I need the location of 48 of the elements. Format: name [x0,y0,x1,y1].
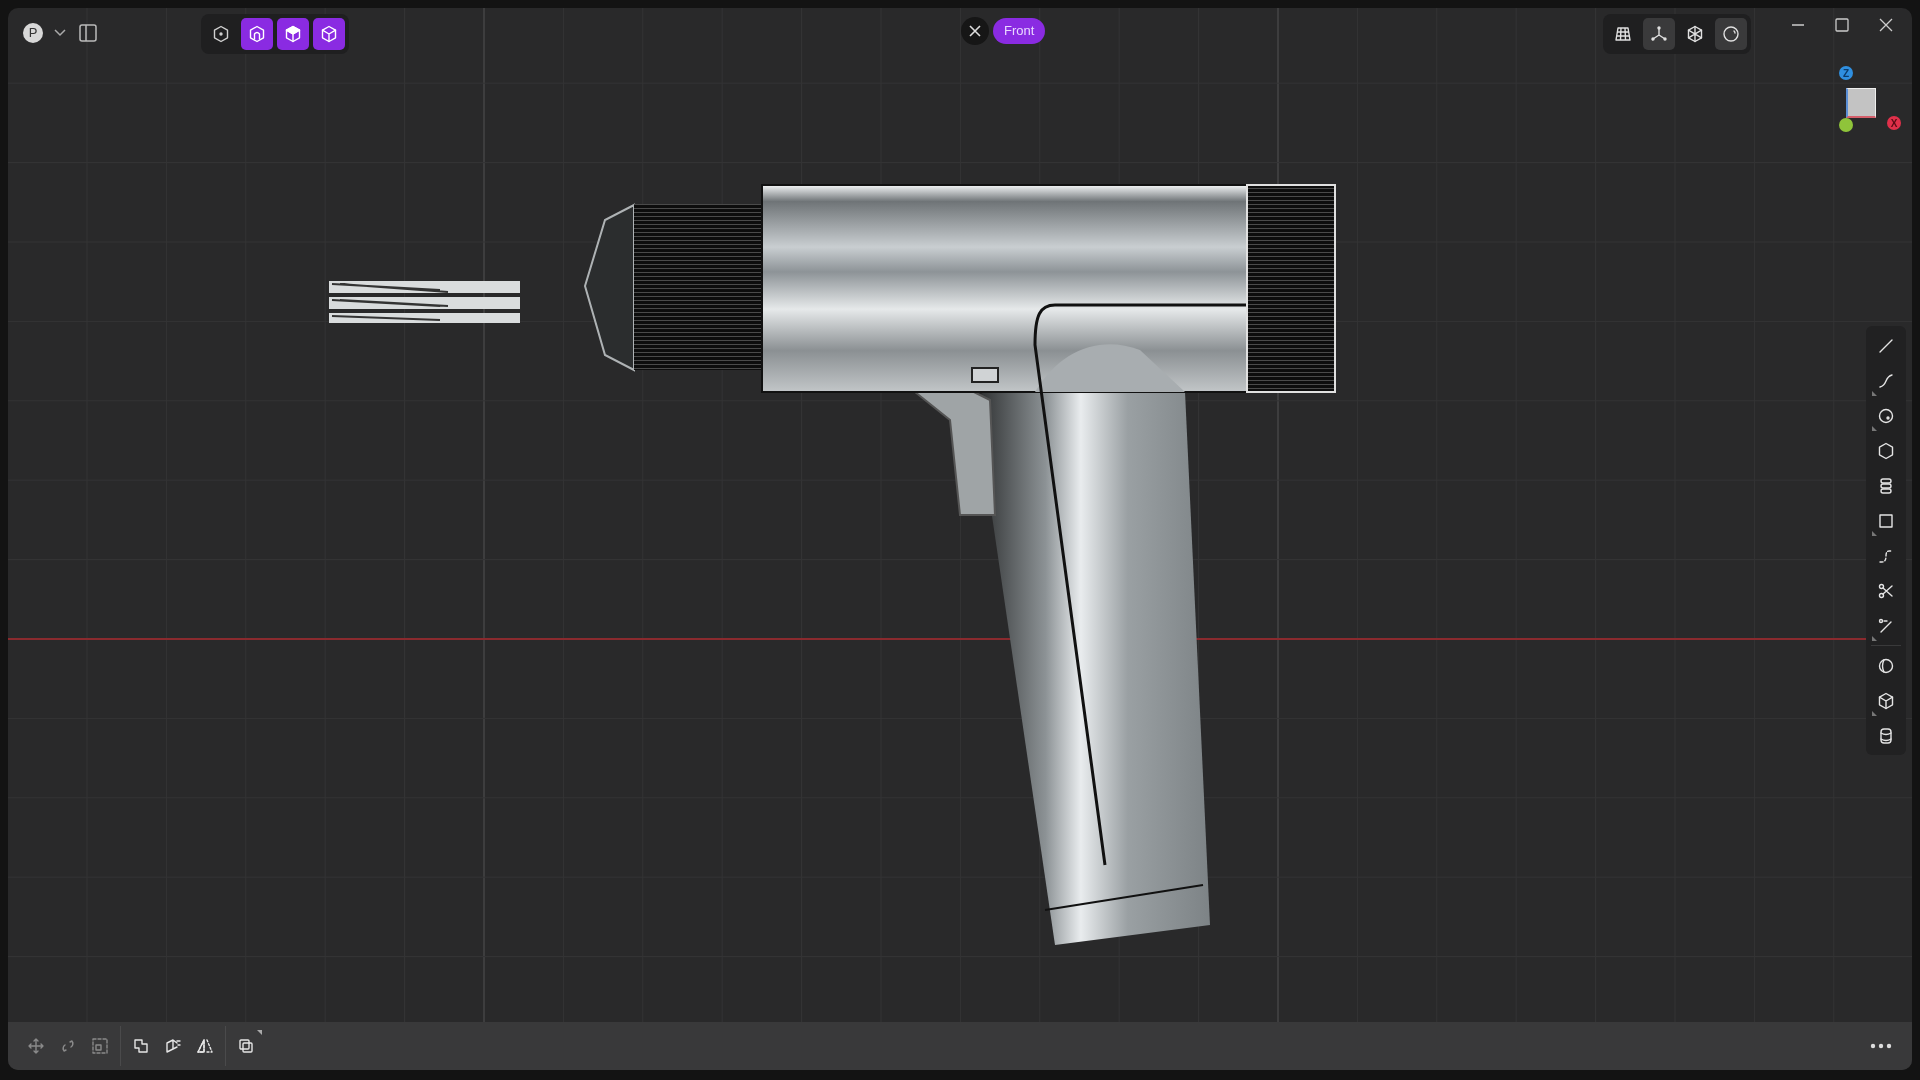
display-mode-button[interactable] [1643,18,1675,50]
scale-frame-icon [91,1037,109,1055]
hexagon-icon [1877,441,1895,460]
axes-icon [1650,25,1668,43]
axis-marker[interactable]: Z [1839,66,1853,80]
rotate-arrows-icon [59,1037,77,1055]
submenu-corner-icon [257,1030,262,1035]
sphere-icon [1722,25,1740,43]
circle-icon [1877,406,1895,425]
close-icon [969,25,981,37]
hexagon-icon [248,25,266,43]
move-arrows-icon [27,1037,45,1055]
point-hexagon-icon [212,25,230,43]
cube-icon [1877,691,1895,710]
account-avatar[interactable]: P [23,23,43,43]
solid-cube-icon [284,25,302,43]
stack-icon [1877,476,1895,495]
view-button[interactable]: Front [993,18,1046,44]
submenu-corner-icon [1872,426,1877,431]
grid-plane-icon [1614,25,1632,43]
wireframe-sphere-icon [1686,25,1704,43]
extrude-face-icon [164,1037,182,1055]
curve-icon [1877,371,1895,390]
view-mode-button[interactable] [313,18,345,50]
cylinder-icon [1877,726,1895,745]
view-cube[interactable] [1846,88,1876,118]
more-icon[interactable] [1870,1043,1892,1049]
submenu-corner-icon [1872,531,1877,536]
mirror-icon [196,1037,214,1055]
close-button[interactable] [961,17,989,45]
axis-marker[interactable] [1839,118,1853,132]
rectangle-icon [1877,511,1895,530]
axis-marker[interactable]: X [1887,116,1901,130]
union-shapes-icon [132,1037,150,1055]
display-mode-button[interactable] [1715,18,1747,50]
close-window-icon[interactable] [1879,18,1893,32]
maximize-icon[interactable] [1835,18,1849,32]
view-mode-button[interactable] [241,18,273,50]
submenu-corner-icon [1872,636,1877,641]
chevron-down-icon[interactable] [53,28,67,38]
sidebar-toggle-icon[interactable] [79,24,97,42]
submenu-corner-icon [1872,711,1877,716]
wireframe-cube-icon [320,25,338,43]
view-mode-button[interactable] [277,18,309,50]
scissors-icon [1877,581,1895,600]
ring-icon [1877,656,1895,675]
submenu-corner-icon [1872,391,1877,396]
duplicate-icon [237,1037,255,1055]
